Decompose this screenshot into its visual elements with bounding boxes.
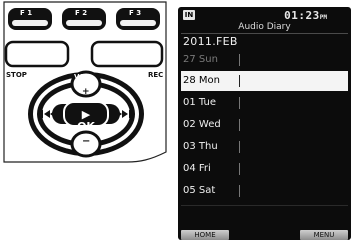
f1-button[interactable] bbox=[8, 8, 52, 30]
clock-suffix: PM bbox=[319, 14, 327, 21]
menu-softkey[interactable]: MENU bbox=[300, 230, 348, 240]
volume-up-button[interactable] bbox=[72, 72, 100, 96]
list-bottom-divider bbox=[181, 205, 348, 206]
day-label: 27 Sun bbox=[183, 54, 218, 65]
day-separator bbox=[239, 185, 240, 197]
recorder-button-panel: F 1 F 2 F 3 STOP VOL REC + − ▶ OK bbox=[0, 0, 168, 168]
volume-down-button[interactable] bbox=[72, 132, 100, 156]
day-separator bbox=[239, 163, 240, 175]
day-label: 03 Thu bbox=[183, 141, 218, 152]
folder-title: Audio Diary bbox=[238, 22, 291, 32]
stop-key-label: STOP bbox=[6, 71, 27, 79]
f2-button[interactable] bbox=[62, 8, 106, 30]
input-indicator-badge: IN bbox=[183, 10, 195, 20]
day-label: 01 Tue bbox=[183, 97, 216, 108]
f3-button[interactable] bbox=[116, 8, 160, 30]
ok-play-button[interactable] bbox=[64, 102, 108, 126]
diary-day-row[interactable]: 05 Sat bbox=[181, 181, 348, 201]
diary-day-row[interactable]: 03 Thu bbox=[181, 137, 348, 157]
clock-time: 01:23 bbox=[284, 9, 320, 22]
status-bar: IN 01:23PM bbox=[178, 9, 351, 22]
recorder-display: IN 01:23PM Audio Diary 2011.FEB 27 Sun 2… bbox=[178, 7, 351, 240]
fast-forward-button[interactable] bbox=[112, 102, 136, 126]
rec-button[interactable] bbox=[92, 42, 162, 66]
diary-day-row[interactable]: 02 Wed bbox=[181, 115, 348, 135]
day-label: 02 Wed bbox=[183, 119, 221, 130]
rec-key-label: REC bbox=[148, 71, 164, 79]
day-separator bbox=[239, 119, 240, 131]
day-separator bbox=[239, 97, 240, 109]
rewind-button[interactable] bbox=[36, 102, 60, 126]
diary-day-row[interactable]: 04 Fri bbox=[181, 159, 348, 179]
softkey-bar: HOME MENU bbox=[178, 230, 351, 240]
title-divider bbox=[181, 33, 348, 34]
home-softkey[interactable]: HOME bbox=[181, 230, 229, 240]
day-separator bbox=[239, 75, 240, 87]
day-label: 05 Sat bbox=[183, 185, 216, 196]
day-label: 28 Mon bbox=[183, 75, 220, 86]
day-separator bbox=[239, 141, 240, 153]
stop-button[interactable] bbox=[6, 42, 68, 66]
day-separator bbox=[239, 54, 240, 66]
day-label: 04 Fri bbox=[183, 163, 211, 174]
diary-day-row[interactable]: 01 Tue bbox=[181, 93, 348, 113]
diary-day-row-selected[interactable]: 28 Mon bbox=[181, 71, 348, 91]
diary-day-row[interactable]: 27 Sun bbox=[181, 50, 348, 70]
year-month-heading: 2011.FEB bbox=[183, 35, 238, 48]
